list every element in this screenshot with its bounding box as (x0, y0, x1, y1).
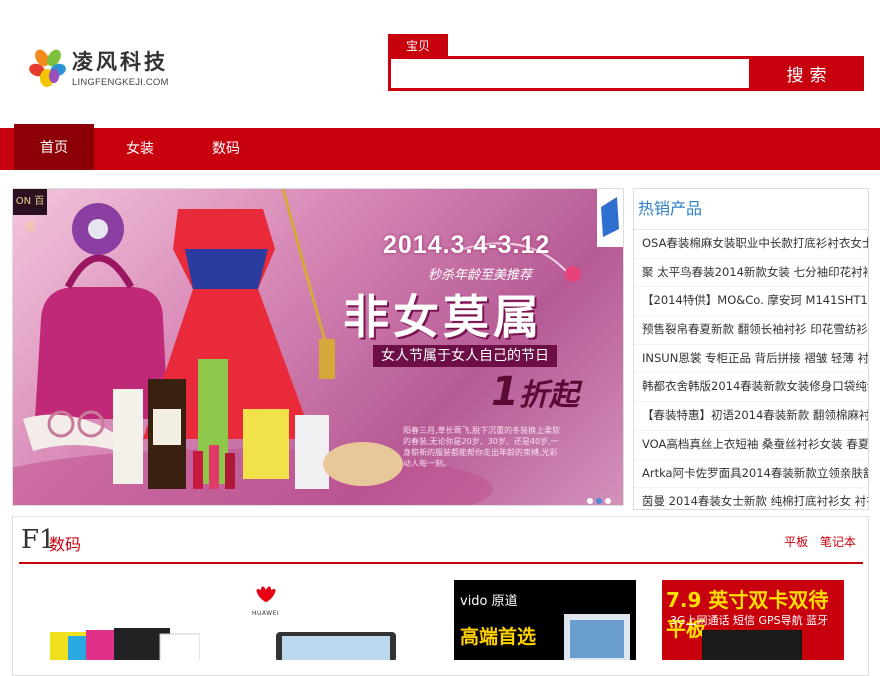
hot-product-link[interactable]: 茵曼 2014春装女士新款 纯棉打底衬衫女 衬衣 (634, 488, 868, 509)
carousel-dot[interactable] (587, 498, 593, 504)
main-nav: 首页 女装 数码 (0, 124, 880, 170)
promo-banner[interactable]: ON 百盛 2014.3.4-3.12 秒杀年龄至美推荐 非女莫属 女人节属于女… (12, 188, 624, 506)
hot-product-link[interactable]: 【春装特惠】初语2014春装新款 翻领棉麻衬衫 (634, 402, 868, 431)
tablets-image (50, 628, 200, 660)
nav-item-womens[interactable]: 女装 (100, 128, 180, 170)
nav-item-home[interactable]: 首页 (14, 124, 94, 170)
brand-badge-icon (597, 189, 623, 247)
hot-product-link[interactable]: 韩都衣舍韩版2014春装新款女装修身口袋纯色 (634, 373, 868, 403)
hot-product-link[interactable]: 预售裂帛春夏新款 翻领长袖衬衫 印花雪纺衫 (634, 316, 868, 345)
huawei-brand: HUAWEI (252, 610, 280, 617)
promo-tagline: 女人节属于女人自己的节日 (373, 345, 557, 367)
carousel-dot-active[interactable] (596, 498, 602, 504)
product-tablets-colors[interactable] (50, 580, 200, 660)
hot-products-panel: 热销产品 OSA春装棉麻女装职业中长款打底衫衬衣女士 聚 太平鸟春装2014新款… (633, 188, 869, 510)
hot-product-link[interactable]: 聚 太平鸟春装2014新款女装 七分袖印花衬衫 (634, 259, 868, 288)
hot-product-link[interactable]: INSUN恩裳 专柜正品 背后拼接 褶皱 轻薄 衬衣 (634, 345, 868, 374)
floor-divider (19, 562, 863, 564)
carousel-dot[interactable] (605, 498, 611, 504)
promo-title: 非女莫属 (343, 290, 543, 344)
promo-discount: 1折起 (491, 369, 579, 415)
search-input[interactable] (391, 59, 749, 88)
hot-product-link[interactable]: Artka阿卡佐罗面具2014春装新款立领亲肤舒适 (634, 460, 868, 489)
hot-products-title: 热销产品 (634, 189, 868, 230)
hot-products-list: OSA春装棉麻女装职业中长款打底衫衬衣女士 聚 太平鸟春装2014新款女装 七分… (634, 230, 868, 509)
product-dual-sim-tablet[interactable]: 7.9 英寸双卡双待平板 3G上网通话 短信 GPS导航 蓝牙 (662, 580, 844, 660)
search-bar: 搜索 (388, 56, 864, 91)
hot-product-link[interactable]: 【2014特供】MO&Co. 摩安珂 M141SHT101 (634, 287, 868, 317)
search-tab-items[interactable]: 宝贝 (388, 34, 448, 56)
vido-brand: vido 原道 (460, 594, 518, 609)
floor-link-laptop[interactable]: 笔记本 (820, 535, 856, 549)
logo-domain: LINGFENGKEJI.COM (72, 77, 169, 88)
carousel-dots (587, 489, 614, 505)
huawei-image (256, 586, 396, 660)
search-button[interactable]: 搜索 (749, 56, 864, 91)
hot-product-link[interactable]: OSA春装棉麻女装职业中长款打底衫衬衣女士 (634, 230, 868, 259)
hot-product-link[interactable]: VOA高档真丝上衣短袖 桑蚕丝衬衫女装 春夏欧 (634, 431, 868, 460)
promo-note: 阳春三月,草长莺飞,脱下沉重的冬装换上柔软的春装,无论你是20岁、30岁、还是4… (403, 426, 561, 468)
promo-date: 2014.3.4-3.12 (383, 231, 551, 259)
site-logo[interactable]: 凌风科技 LINGFENGKEJI.COM (28, 44, 178, 94)
product-vido-tablet[interactable]: vido 原道 高端首选 (454, 580, 636, 660)
nav-item-digital[interactable]: 数码 (186, 128, 266, 170)
dual-sim-tablet-image (702, 630, 802, 660)
floor-title[interactable]: 数码 (49, 531, 81, 555)
floor-links: 平板 笔记本 (776, 533, 856, 550)
flower-logo-icon (29, 49, 66, 87)
vido-slogan: 高端首选 (460, 626, 537, 648)
logo-name: 凌风科技 (72, 49, 168, 74)
discount-text: 折起 (518, 378, 579, 413)
product-huawei-tablet[interactable]: HUAWEI (232, 580, 432, 660)
mall-brand-logo: ON 百盛 (13, 189, 47, 233)
discount-number: 1 (491, 369, 519, 415)
floor-link-tablet[interactable]: 平板 (784, 535, 808, 549)
